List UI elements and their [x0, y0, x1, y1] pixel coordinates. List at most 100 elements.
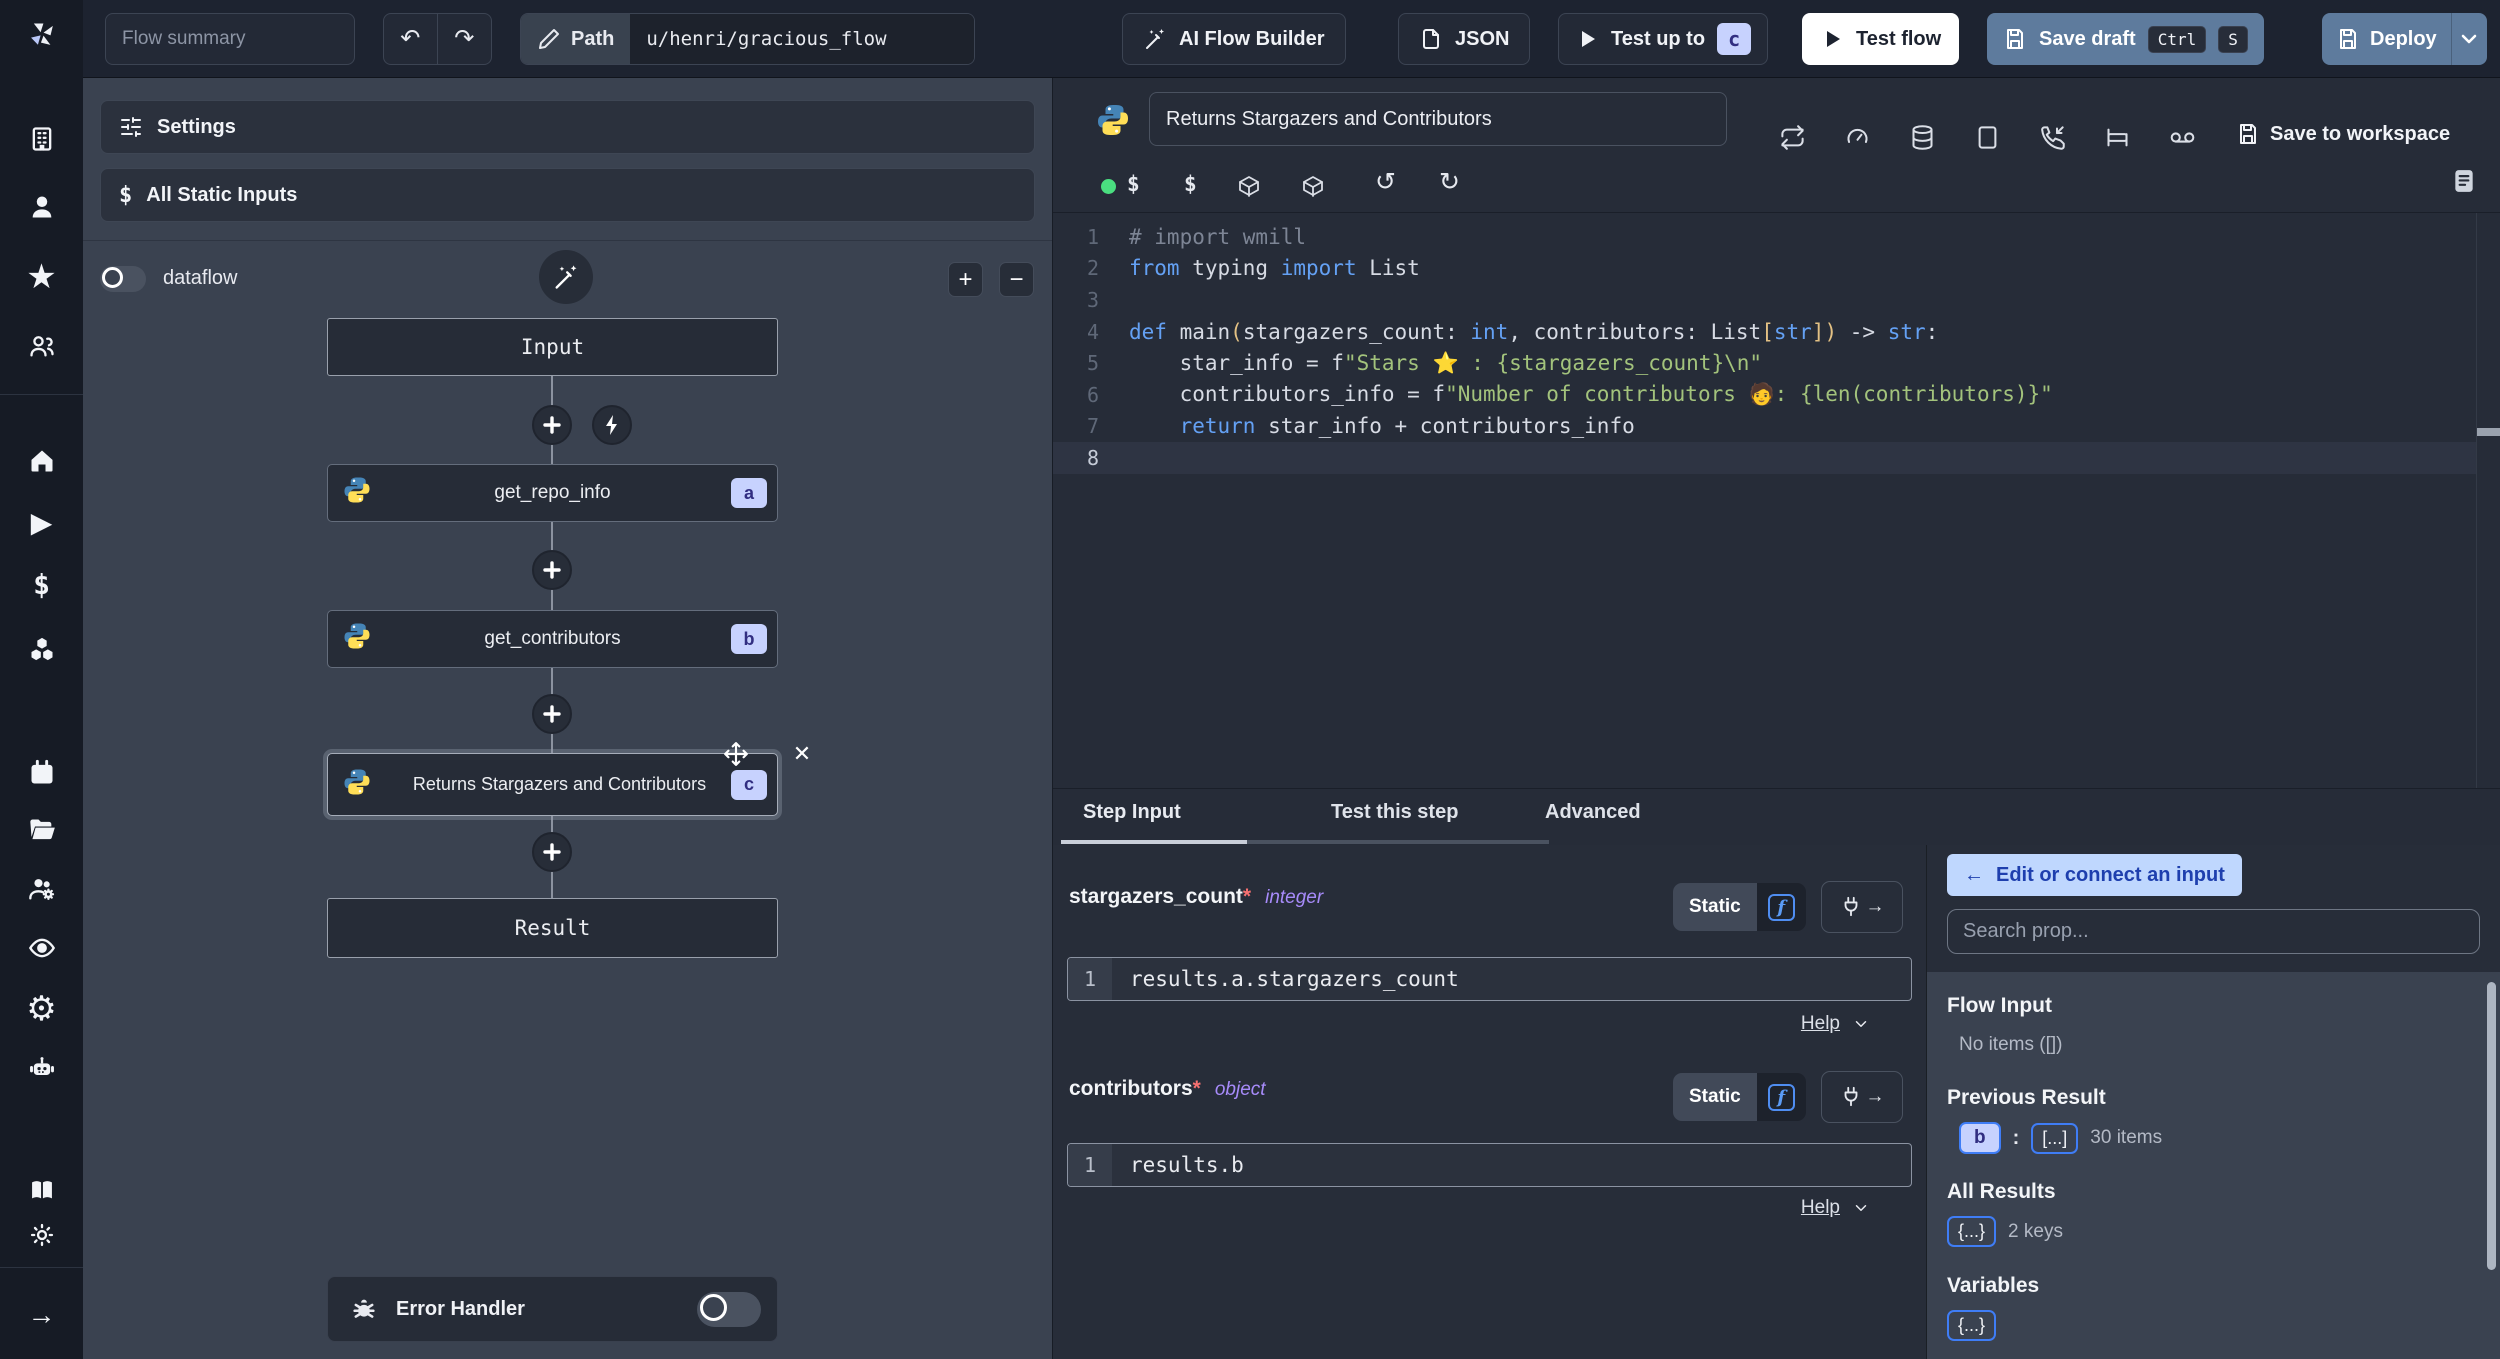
dollar-icon[interactable]: $ — [1184, 172, 1197, 196]
gauge-icon[interactable] — [1844, 124, 1872, 152]
schedules-calendar-icon[interactable] — [0, 751, 83, 795]
loop-icon[interactable] — [1779, 124, 1807, 152]
flow-node-step-c-selected[interactable]: Returns Stargazers and Contributors c ✕ — [327, 741, 811, 816]
runs-play-icon[interactable]: ▶ — [0, 501, 83, 545]
zoom-out-button[interactable]: − — [999, 262, 1034, 297]
favorites-star-icon[interactable]: ★ — [0, 255, 83, 299]
package-icon[interactable] — [1301, 174, 1329, 202]
object-pill[interactable]: {...} — [1947, 1216, 1997, 1247]
help-link[interactable]: Help — [1801, 1197, 1840, 1219]
resources-cubes-icon[interactable] — [0, 627, 83, 671]
audit-eye-icon[interactable] — [0, 926, 83, 970]
add-trigger-button[interactable] — [592, 405, 632, 445]
rotate-cw-icon[interactable]: ↻ — [1439, 170, 1460, 195]
connect-input-button[interactable]: → — [1821, 1071, 1903, 1123]
editor-scrollbar[interactable] — [2477, 428, 2500, 436]
input-mode-toggle[interactable]: Static f — [1673, 1073, 1806, 1121]
undo-button[interactable]: ↶ — [384, 14, 438, 64]
code-line[interactable]: 8 — [1053, 442, 2476, 474]
rotate-ccw-icon[interactable]: ↺ — [1375, 170, 1396, 195]
props-scrollbar[interactable] — [2487, 982, 2496, 1270]
user-icon[interactable] — [0, 185, 83, 229]
expr-value[interactable]: results.a.stargazers_count — [1112, 967, 1459, 991]
mode-expr-segment[interactable]: f — [1756, 883, 1806, 931]
ai-flow-builder-button[interactable]: AI Flow Builder — [1122, 13, 1346, 65]
mode-static-label[interactable]: Static — [1673, 1073, 1757, 1121]
deploy-button[interactable]: Deploy — [2322, 13, 2451, 65]
code-line[interactable]: 7 return star_info + contributors_info — [1053, 411, 2476, 443]
path-value[interactable]: u/henri/gracious_flow — [630, 14, 974, 64]
step-title-input[interactable] — [1149, 92, 1727, 146]
json-button[interactable]: JSON — [1398, 13, 1531, 65]
package-icon[interactable] — [1237, 174, 1265, 202]
phone-incoming-icon[interactable] — [2039, 124, 2067, 152]
dataflow-toggle[interactable] — [100, 266, 146, 292]
zoom-in-button[interactable]: + — [948, 262, 983, 297]
prop-search-input[interactable] — [1947, 909, 2480, 954]
docs-book-icon[interactable] — [0, 1168, 83, 1212]
mode-static-label[interactable]: Static — [1673, 883, 1757, 931]
array-pill[interactable]: [...] — [2031, 1122, 2079, 1154]
error-handler-toggle[interactable] — [697, 1291, 761, 1327]
code-line[interactable]: 6 contributors_info = f"Number of contri… — [1053, 379, 2476, 411]
tab-test-this-step[interactable]: Test this step — [1331, 801, 1458, 824]
database-icon[interactable] — [1909, 124, 1937, 152]
test-flow-button[interactable]: Test flow — [1802, 13, 1960, 65]
code-editor[interactable]: 1 # import wmill 2 from typing import List 3… — [1053, 213, 2500, 788]
mode-expr-segment[interactable]: f — [1756, 1073, 1806, 1121]
users-icon[interactable] — [0, 324, 83, 368]
theme-brightness-icon[interactable] — [0, 1213, 83, 1257]
save-to-workspace-button[interactable]: Save to workspace — [2236, 122, 2450, 146]
connect-input-button[interactable]: → — [1821, 881, 1903, 933]
expand-arrow-right-icon[interactable]: → — [0, 1293, 83, 1337]
delete-node-button[interactable]: ✕ — [789, 741, 815, 767]
workspace-building-icon[interactable] — [0, 117, 83, 161]
flow-node-input[interactable]: Input — [327, 318, 778, 376]
tab-advanced[interactable]: Advanced — [1545, 801, 1641, 824]
groups-users-gear-icon[interactable] — [0, 867, 83, 911]
flow-settings-button[interactable]: Settings — [100, 100, 1035, 154]
code-line[interactable]: 3 — [1053, 284, 2476, 316]
code-line[interactable]: 4 def main(stargazers_count: int, contrib… — [1053, 316, 2476, 348]
error-handler-node[interactable]: Error Handler — [327, 1276, 778, 1342]
edit-or-connect-button[interactable]: ← Edit or connect an input — [1947, 854, 2242, 896]
folders-icon[interactable] — [0, 808, 83, 852]
flow-node-step-b[interactable]: get_contributors b — [327, 610, 778, 668]
help-link[interactable]: Help — [1801, 1013, 1840, 1035]
save-draft-button[interactable]: Save draft Ctrl S — [1987, 13, 2264, 65]
help-row[interactable]: Help — [1801, 1013, 1870, 1035]
tab-step-input[interactable]: Step Input — [1083, 801, 1181, 824]
input-mode-toggle[interactable]: Static f — [1673, 883, 1806, 931]
step-key-badge[interactable]: b — [1959, 1122, 2001, 1154]
variables-dollar-icon[interactable]: $ — [0, 563, 83, 607]
bed-icon[interactable] — [2104, 124, 2132, 152]
script-icon[interactable] — [2451, 168, 2477, 199]
add-step-button[interactable] — [532, 405, 572, 445]
flow-summary-input[interactable] — [106, 28, 354, 50]
all-static-inputs-button[interactable]: $ All Static Inputs — [100, 168, 1035, 222]
expr-input-contributors[interactable]: 1 results.b — [1067, 1143, 1912, 1187]
test-up-to-button[interactable]: Test up to c — [1558, 13, 1769, 65]
workers-robot-icon[interactable] — [0, 1046, 83, 1090]
code-line[interactable]: 5 star_info = f"Stars ⭐ : {stargazers_co… — [1053, 347, 2476, 379]
expr-input-stargazers[interactable]: 1 results.a.stargazers_count — [1067, 957, 1912, 1001]
help-row[interactable]: Help — [1801, 1197, 1870, 1219]
settings-gear-icon[interactable]: ⚙ — [0, 987, 83, 1031]
flow-node-step-a[interactable]: get_repo_info a — [327, 464, 778, 522]
move-node-handle[interactable] — [723, 741, 749, 767]
flow-node-result[interactable]: Result — [327, 898, 778, 958]
code-line[interactable]: 2 from typing import List — [1053, 253, 2476, 285]
code-line[interactable]: 1 # import wmill — [1053, 221, 2476, 253]
add-step-button[interactable] — [532, 832, 572, 872]
expr-value[interactable]: results.b — [1112, 1153, 1244, 1177]
voicemail-icon[interactable] — [2169, 124, 2197, 152]
redo-button[interactable]: ↷ — [438, 14, 492, 64]
mobile-square-icon[interactable] — [1974, 124, 2002, 152]
dollar-icon[interactable]: $ — [1127, 172, 1140, 196]
path-widget[interactable]: Path u/henri/gracious_flow — [520, 13, 975, 65]
home-icon[interactable] — [0, 439, 83, 483]
deploy-more-button[interactable] — [2452, 13, 2487, 65]
object-pill[interactable]: {...} — [1947, 1310, 1997, 1341]
add-step-button[interactable] — [532, 550, 572, 590]
windmill-logo[interactable] — [0, 12, 83, 56]
